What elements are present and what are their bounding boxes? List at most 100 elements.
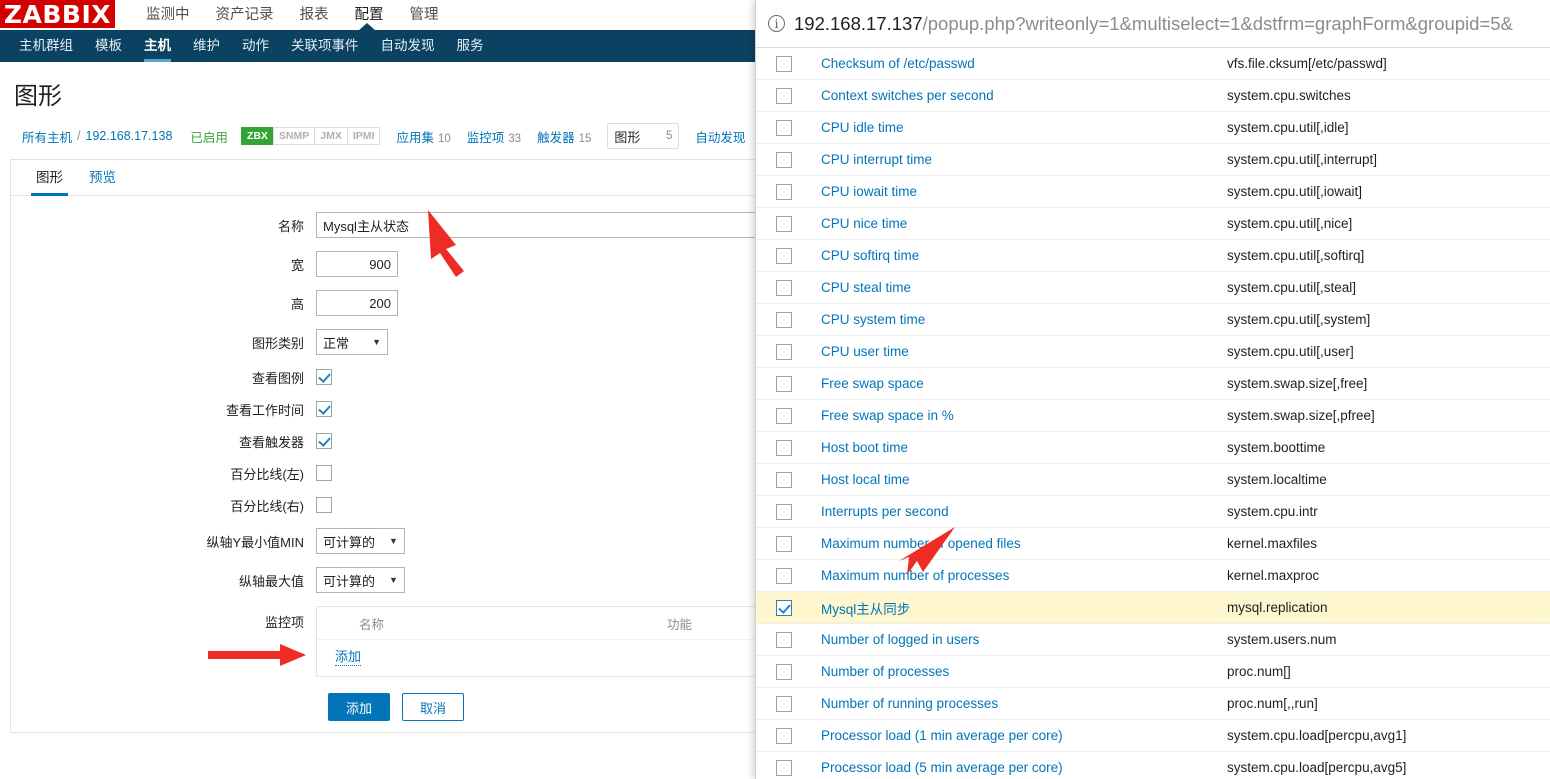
item-checkbox[interactable] [776, 535, 792, 552]
show-legend-checkbox[interactable] [316, 369, 332, 386]
table-row[interactable]: Processor load (1 min average per core) … [756, 720, 1550, 752]
breadcrumb-applications[interactable]: 应用集 10 [396, 127, 450, 146]
table-row[interactable]: Number of logged in users system.users.n… [756, 624, 1550, 656]
item-checkbox[interactable] [776, 87, 792, 104]
table-row[interactable]: CPU user time system.cpu.util[,user] [756, 336, 1550, 368]
item-name-link[interactable]: Host boot time [792, 440, 1227, 455]
item-checkbox[interactable] [776, 343, 792, 360]
item-checkbox[interactable] [776, 119, 792, 136]
item-checkbox-checked[interactable] [776, 599, 792, 616]
ymax-select[interactable]: 可计算的 ▼ [316, 567, 405, 593]
item-name-link[interactable]: Host local time [792, 472, 1227, 487]
table-row[interactable]: Processor load (5 min average per core) … [756, 752, 1550, 779]
graph-width-input[interactable] [316, 251, 398, 277]
item-name-link[interactable]: Number of processes [792, 664, 1227, 679]
item-name-link[interactable]: Processor load (1 min average per core) [792, 728, 1227, 743]
item-checkbox[interactable] [776, 503, 792, 520]
item-checkbox[interactable] [776, 151, 792, 168]
item-checkbox[interactable] [776, 695, 792, 712]
item-name-link[interactable]: Free swap space [792, 376, 1227, 391]
sidebar-item-host-groups[interactable]: 主机群组 [8, 30, 84, 62]
item-checkbox[interactable] [776, 759, 792, 776]
item-checkbox[interactable] [776, 311, 792, 328]
item-checkbox[interactable] [776, 375, 792, 392]
item-name-link[interactable]: CPU user time [792, 344, 1227, 359]
table-row[interactable]: CPU softirq time system.cpu.util[,softir… [756, 240, 1550, 272]
sidebar-item-hosts[interactable]: 主机 [133, 30, 182, 62]
top-menu-item-reports[interactable]: 报表 [287, 0, 342, 30]
item-checkbox[interactable] [776, 439, 792, 456]
item-name-link[interactable]: Processor load (5 min average per core) [792, 760, 1227, 775]
table-row[interactable]: Maximum number of processes kernel.maxpr… [756, 560, 1550, 592]
table-row[interactable]: Number of processes proc.num[] [756, 656, 1550, 688]
popup-url[interactable]: 192.168.17.137/popup.php?writeonly=1&mul… [794, 13, 1513, 35]
table-row[interactable]: CPU steal time system.cpu.util[,steal] [756, 272, 1550, 304]
zabbix-logo[interactable]: ZABBIX [0, 0, 115, 28]
breadcrumb-all-hosts[interactable]: 所有主机 [22, 127, 72, 146]
table-row[interactable]: CPU idle time system.cpu.util[,idle] [756, 112, 1550, 144]
item-name-link[interactable]: Context switches per second [792, 88, 1227, 103]
tab-preview[interactable]: 预览 [76, 166, 129, 195]
sidebar-item-discovery[interactable]: 自动发现 [370, 30, 446, 62]
table-row[interactable]: CPU interrupt time system.cpu.util[,inte… [756, 144, 1550, 176]
items-add-link[interactable]: 添加 [335, 646, 362, 666]
show-working-time-checkbox[interactable] [316, 401, 332, 418]
table-row[interactable]: CPU system time system.cpu.util[,system] [756, 304, 1550, 336]
item-name-link[interactable]: Checksum of /etc/passwd [792, 56, 1227, 71]
table-row[interactable]: Host boot time system.boottime [756, 432, 1550, 464]
item-checkbox[interactable] [776, 55, 792, 72]
item-checkbox[interactable] [776, 567, 792, 584]
show-triggers-checkbox[interactable] [316, 433, 332, 450]
item-name-link[interactable]: Interrupts per second [792, 504, 1227, 519]
item-name-link[interactable]: CPU steal time [792, 280, 1227, 295]
table-row[interactable]: Free swap space system.swap.size[,free] [756, 368, 1550, 400]
top-menu-item-administration[interactable]: 管理 [397, 0, 452, 30]
item-name-link[interactable]: CPU idle time [792, 120, 1227, 135]
tab-graph[interactable]: 图形 [23, 166, 76, 196]
item-checkbox[interactable] [776, 215, 792, 232]
breadcrumb-discovery[interactable]: 自动发现 [695, 127, 745, 146]
item-name-link[interactable]: Mysql主从同步 [792, 598, 1227, 618]
table-row-selected[interactable]: Mysql主从同步 mysql.replication [756, 592, 1550, 624]
item-name-link[interactable]: Number of running processes [792, 696, 1227, 711]
item-checkbox[interactable] [776, 279, 792, 296]
item-checkbox[interactable] [776, 727, 792, 744]
percentile-left-checkbox[interactable] [316, 465, 332, 482]
cancel-button[interactable]: 取消 [402, 693, 465, 721]
top-menu-item-inventory[interactable]: 资产记录 [203, 0, 287, 30]
ymin-select[interactable]: 可计算的 ▼ [316, 528, 405, 554]
sidebar-item-correlation[interactable]: 关联项事件 [280, 30, 370, 62]
sidebar-item-services[interactable]: 服务 [446, 30, 495, 62]
item-checkbox[interactable] [776, 407, 792, 424]
item-name-link[interactable]: Number of logged in users [792, 632, 1227, 647]
item-name-link[interactable]: Maximum number of processes [792, 568, 1227, 583]
item-checkbox[interactable] [776, 183, 792, 200]
table-row[interactable]: Checksum of /etc/passwd vfs.file.cksum[/… [756, 48, 1550, 80]
table-row[interactable]: Maximum number of opened files kernel.ma… [756, 528, 1550, 560]
table-row[interactable]: CPU iowait time system.cpu.util[,iowait] [756, 176, 1550, 208]
item-checkbox[interactable] [776, 471, 792, 488]
table-row[interactable]: CPU nice time system.cpu.util[,nice] [756, 208, 1550, 240]
breadcrumb-items[interactable]: 监控项 33 [467, 127, 521, 146]
breadcrumb-triggers[interactable]: 触发器 15 [537, 127, 591, 146]
table-row[interactable]: Free swap space in % system.swap.size[,p… [756, 400, 1550, 432]
table-row[interactable]: Host local time system.localtime [756, 464, 1550, 496]
sidebar-item-maintenance[interactable]: 维护 [182, 30, 231, 62]
item-name-link[interactable]: Free swap space in % [792, 408, 1227, 423]
submit-add-button[interactable]: 添加 [328, 693, 391, 721]
sidebar-item-templates[interactable]: 模板 [84, 30, 133, 62]
item-checkbox[interactable] [776, 663, 792, 680]
item-name-link[interactable]: CPU softirq time [792, 248, 1227, 263]
graph-type-select[interactable]: 正常 ▼ [316, 329, 388, 355]
table-row[interactable]: Context switches per second system.cpu.s… [756, 80, 1550, 112]
item-checkbox[interactable] [776, 631, 792, 648]
table-row[interactable]: Interrupts per second system.cpu.intr [756, 496, 1550, 528]
sidebar-item-actions[interactable]: 动作 [231, 30, 280, 62]
item-name-link[interactable]: CPU nice time [792, 216, 1227, 231]
item-name-link[interactable]: CPU interrupt time [792, 152, 1227, 167]
breadcrumb-graphs[interactable]: 图形 5 [607, 123, 680, 149]
item-name-link[interactable]: Maximum number of opened files [792, 536, 1227, 551]
percentile-right-checkbox[interactable] [316, 497, 332, 514]
item-checkbox[interactable] [776, 247, 792, 264]
graph-height-input[interactable] [316, 290, 398, 316]
